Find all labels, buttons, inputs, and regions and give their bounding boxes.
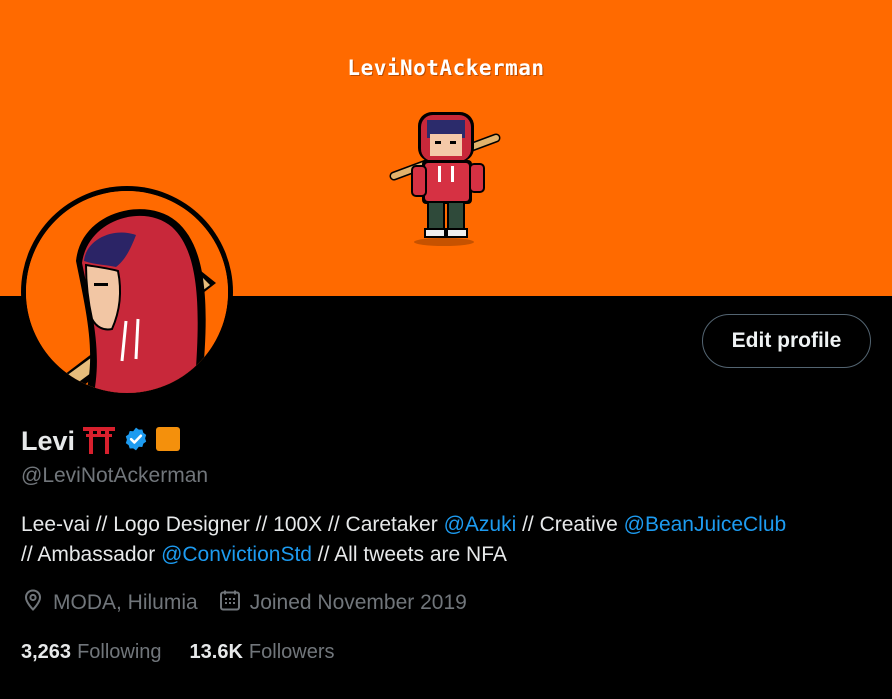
- followers-count: 13.6K: [189, 640, 243, 663]
- location-pin-icon: [21, 588, 45, 618]
- calendar-icon: [218, 588, 242, 618]
- profile-avatar[interactable]: [21, 186, 233, 398]
- bio-text: // Ambassador: [21, 543, 162, 566]
- bio-mention-convictionstd[interactable]: @ConvictionStd: [161, 543, 312, 566]
- followers-label: Followers: [248, 640, 335, 663]
- followers-link[interactable]: 13.6K Followers: [190, 641, 335, 664]
- following-label: Following: [77, 640, 162, 663]
- bio-mention-beanjuiceclub[interactable]: @BeanJuiceClub: [624, 513, 787, 536]
- hooded-character-illustration: [26, 191, 228, 393]
- avatar-image: [26, 191, 228, 393]
- profile-name-row: Levi: [21, 422, 181, 460]
- location-item: MODA, Hilumia: [21, 588, 198, 618]
- profile-handle: @LeviNotAckerman: [21, 464, 209, 487]
- joined-date-text: Joined November 2019: [249, 591, 467, 614]
- edit-profile-button[interactable]: Edit profile: [702, 314, 871, 368]
- banner-title: LeviNotAckerman: [347, 56, 545, 80]
- pixel-character-illustration: [389, 112, 501, 246]
- orange-square-emoji: [155, 426, 181, 457]
- torii-gate-emoji: [81, 424, 117, 459]
- bio-text: // Creative: [516, 513, 624, 536]
- following-count: 3,263: [21, 640, 72, 663]
- joined-item: Joined November 2019: [218, 588, 467, 618]
- bio-text: Lee-vai // Logo Designer // 100X // Care…: [21, 513, 444, 536]
- location-text: MODA, Hilumia: [53, 591, 198, 614]
- bio-text: // All tweets are NFA: [311, 543, 507, 566]
- profile-meta: MODA, Hilumia Joined November 2019: [21, 588, 487, 618]
- verified-badge-icon[interactable]: [123, 426, 149, 457]
- profile-bio: Lee-vai // Logo Designer // 100X // Care…: [21, 510, 881, 570]
- bio-mention-azuki[interactable]: @Azuki: [444, 513, 517, 536]
- following-link[interactable]: 3,263 Following: [21, 641, 162, 664]
- profile-stats: 3,263 Following 13.6K Followers: [21, 638, 363, 666]
- display-name: Levi: [21, 425, 76, 456]
